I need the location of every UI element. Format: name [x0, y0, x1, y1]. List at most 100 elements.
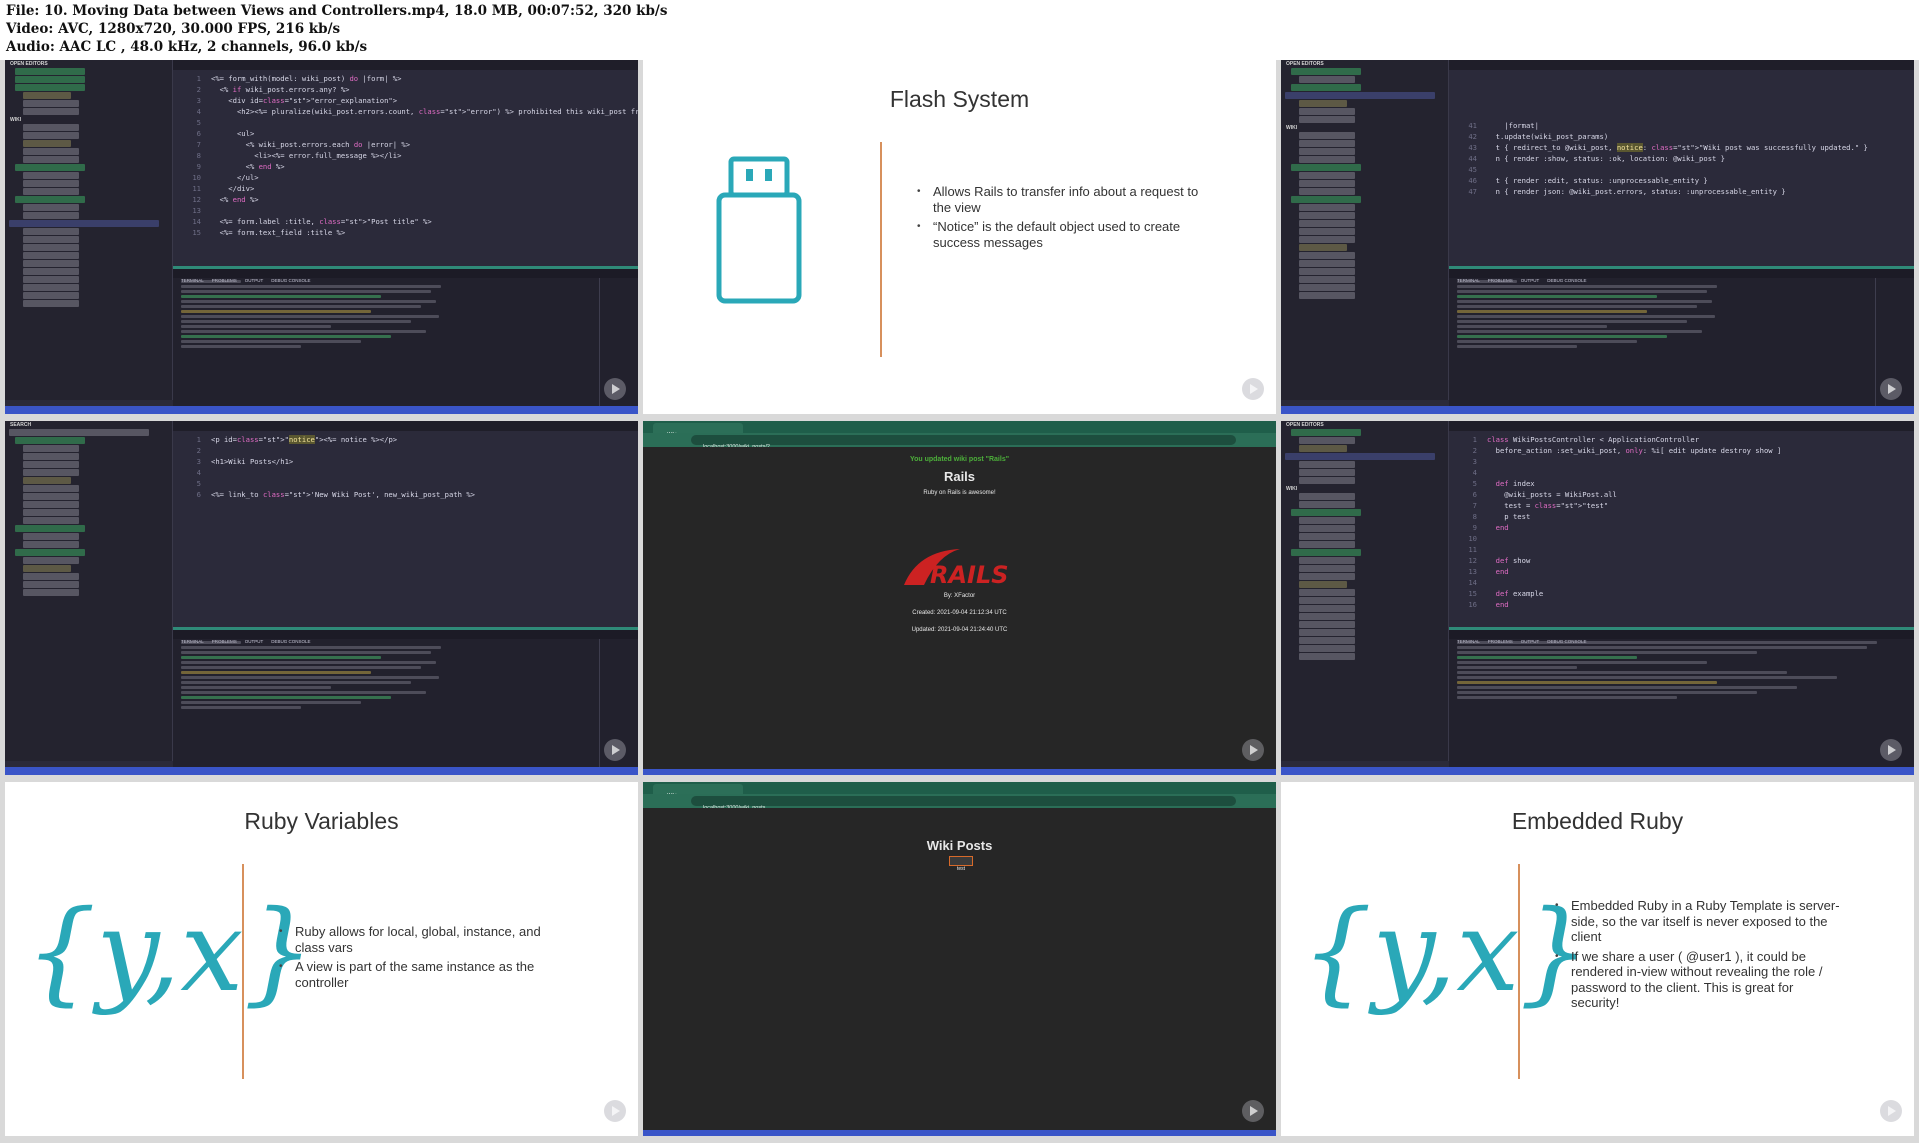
code-text: end	[1495, 523, 1509, 532]
line-number: 43	[1468, 143, 1477, 152]
slide-divider	[1518, 864, 1520, 1079]
thumbnail-5-browser-show-page[interactable]: Wiki localhost:3000/wiki_posts/2 You upd…	[643, 421, 1276, 775]
browser-toolbar: localhost:3000/wiki_posts/2	[643, 433, 1276, 450]
terminal-panel: TERMINAL PROBLEMS OUTPUT DEBUG CONSOLE	[173, 266, 638, 406]
code-line: 1 class WikiPostsController < Application…	[1457, 434, 1914, 445]
code-line: 3	[1457, 456, 1914, 467]
line-number: 11	[192, 184, 201, 193]
code-text: <% end %>	[211, 195, 259, 204]
file-explorer: OPEN EDITORS WIKI	[1281, 60, 1449, 400]
line-number: 12	[192, 195, 201, 204]
code-line: 9 <% end %>	[181, 161, 638, 172]
code-line: 13 end	[1457, 566, 1914, 577]
line-number: 13	[192, 206, 201, 215]
post-author: By: XFactor	[943, 593, 976, 599]
code-line: 9 end	[1457, 522, 1914, 533]
code-line: 2 <% if wiki_post.errors.any? %>	[181, 84, 638, 95]
variable-braces-icon: {y,x}	[1301, 887, 1591, 1017]
code-text: end	[1495, 567, 1509, 576]
code-line: 11 </div>	[181, 183, 638, 194]
play-icon[interactable]	[1242, 739, 1264, 761]
play-icon[interactable]	[1880, 378, 1902, 400]
code-line: 1 <%= form_with(model: wiki_post) do |for…	[181, 73, 638, 84]
line-number: 6	[196, 129, 201, 138]
code-text: |format|	[1487, 121, 1539, 130]
code-line: 4	[181, 467, 638, 478]
status-bar	[1281, 406, 1914, 414]
line-number: 3	[196, 96, 201, 105]
code-text: end	[1495, 600, 1509, 609]
thumbnail-9-slide-embedded-ruby[interactable]: Embedded Ruby {y,x} Embedded Ruby in a R…	[1281, 782, 1914, 1136]
code-line: 47 n { render json: @wiki_post.errors, s…	[1457, 186, 1914, 197]
slide-title: Ruby Variables	[244, 808, 399, 834]
browser-tab[interactable]: Wiki	[653, 784, 743, 799]
bullet-item: Allows Rails to transfer info about a re…	[917, 184, 1207, 215]
code-line: 45	[1457, 164, 1914, 175]
terminal-panel: TERMINAL PROBLEMS OUTPUT DEBUG CONSOLE	[1449, 627, 1914, 767]
code-text: <p id=class="st">"notice"><%= notice %><…	[211, 435, 398, 444]
line-number: 5	[196, 118, 201, 127]
line-number: 12	[1468, 556, 1477, 565]
line-number: 2	[1472, 446, 1477, 455]
line-number: 5	[1472, 479, 1477, 488]
status-bar	[1281, 767, 1914, 775]
code-text: <h1>Wiki Posts</h1>	[211, 457, 294, 466]
thumbnail-1-vscode-form[interactable]: OPEN EDITORS WIKI 1 <%= form_with(model: …	[5, 60, 638, 414]
code-line: 4	[1457, 467, 1914, 478]
rails-logo-icon: RAILS	[904, 549, 1009, 589]
line-number: 7	[196, 140, 201, 149]
code-text: t { redirect_to @wiki_post, notice: clas…	[1487, 143, 1868, 152]
code-line: 6 <ul>	[181, 128, 638, 139]
play-icon[interactable]	[1242, 1100, 1264, 1122]
bullet-item: Ruby allows for local, global, instance,…	[279, 924, 569, 955]
thumbnail-8-browser-index-page[interactable]: Wiki localhost:3000/wiki_posts Wiki Post…	[643, 782, 1276, 1136]
play-icon[interactable]	[1242, 378, 1264, 400]
file-explorer: OPEN EDITORS WIKI	[1281, 421, 1449, 761]
thumbnail-4-vscode-index-view[interactable]: SEARCH 1 <p id=class="st">"notice"><%= no…	[5, 421, 638, 775]
address-bar[interactable]: localhost:3000/wiki_posts	[691, 796, 1236, 811]
play-icon[interactable]	[604, 739, 626, 761]
code-text: <li><%= error.full_message %></li>	[211, 151, 402, 160]
code-line: 44 n { render :show, status: :ok, locati…	[1457, 153, 1914, 164]
code-line: 2 before_action :set_wiki_post, only: %i…	[1457, 445, 1914, 456]
thumbnail-7-slide-ruby-variables[interactable]: Ruby Variables {y,x} Ruby allows for loc…	[5, 782, 638, 1136]
code-text: p test	[1487, 512, 1531, 521]
code-line: 15 def example	[1457, 588, 1914, 599]
code-text: before_action :set_wiki_post, only: %i[ …	[1487, 446, 1782, 455]
play-icon[interactable]	[604, 378, 626, 400]
post-title: Rails	[943, 469, 976, 484]
page-heading: Wiki Posts	[926, 838, 993, 853]
thumbnail-6-vscode-controller-index[interactable]: OPEN EDITORS WIKI 1 class WikiPostsContro…	[1281, 421, 1914, 775]
play-icon[interactable]	[1880, 1100, 1902, 1122]
code-text: <ul>	[211, 129, 255, 138]
code-text: <%= form.label :title, class="st">"Post …	[211, 217, 432, 226]
code-text: def example	[1495, 589, 1544, 598]
thumbnail-2-slide-flash-system[interactable]: Flash System Allows Rails to transfer in…	[643, 60, 1276, 414]
media-info-header: File: 10. Moving Data between Views and …	[0, 0, 1919, 60]
code-line: 41 |format|	[1457, 120, 1914, 131]
code-text: <div id=class="st">"error_explanation">	[211, 96, 398, 105]
line-number: 13	[1468, 567, 1477, 576]
line-number: 3	[1472, 457, 1477, 466]
play-icon[interactable]	[604, 1100, 626, 1122]
code-text: <% end %>	[211, 162, 285, 171]
address-bar[interactable]: localhost:3000/wiki_posts/2	[691, 435, 1236, 450]
code-editor: 41 |format| 42 t.update(wiki_post_params)…	[1449, 70, 1914, 266]
line-number: 11	[1468, 545, 1477, 554]
line-number: 8	[1472, 512, 1477, 521]
audio-info: Audio: AAC LC , 48.0 kHz, 2 channels, 96…	[6, 39, 368, 55]
thumbnail-3-vscode-controller[interactable]: OPEN EDITORS WIKI 41 |format| 42 t.update…	[1281, 60, 1914, 414]
slide-divider	[242, 864, 244, 1079]
line-number: 44	[1468, 154, 1477, 163]
code-text: <% if wiki_post.errors.any? %>	[211, 85, 350, 94]
line-number: 41	[1468, 121, 1477, 130]
status-bar	[5, 767, 638, 775]
line-number: 1	[196, 74, 201, 83]
play-icon[interactable]	[1880, 739, 1902, 761]
code-line: 8 <li><%= error.full_message %></li>	[181, 150, 638, 161]
code-line: 7 test = class="st">"test"	[1457, 500, 1914, 511]
browser-tab[interactable]: Wiki	[653, 423, 743, 438]
video-info: Video: AVC, 1280x720, 30.000 FPS, 216 kb…	[6, 21, 341, 37]
code-text: @wiki_posts = WikiPost.all	[1487, 490, 1617, 499]
line-number: 8	[196, 151, 201, 160]
